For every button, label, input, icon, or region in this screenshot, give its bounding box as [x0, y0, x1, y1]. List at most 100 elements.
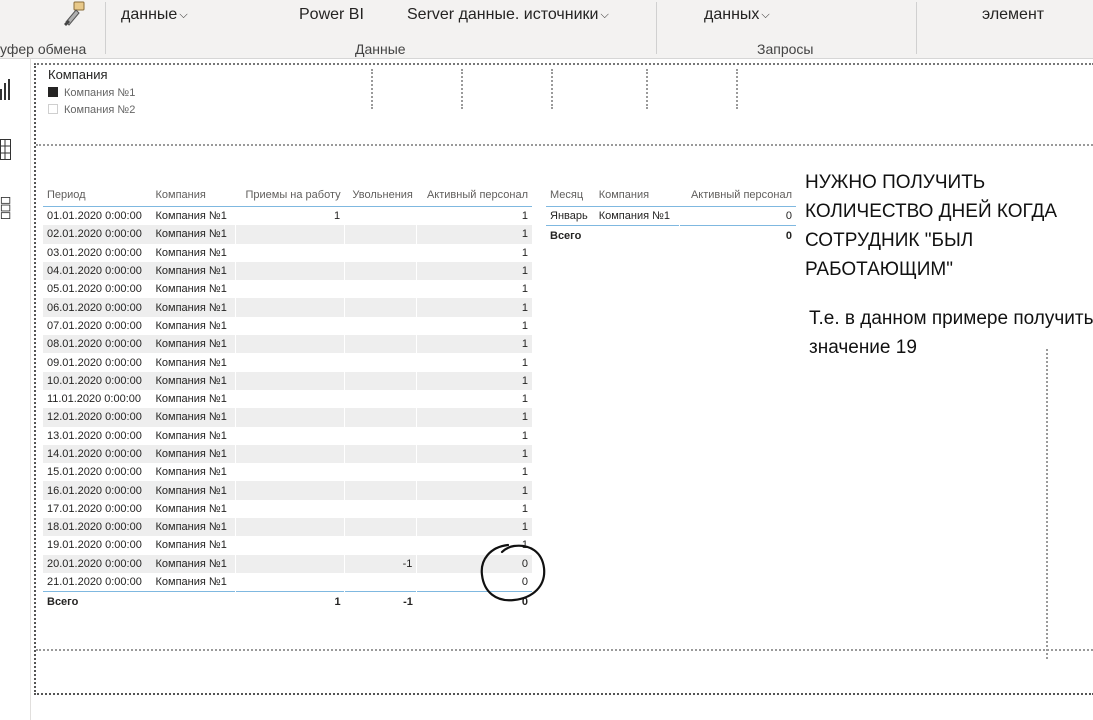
- table-cell: 1: [416, 463, 532, 482]
- legend-item-company-2[interactable]: Компания №2: [48, 104, 135, 116]
- table-cell: 19.01.2020 0:00:00: [47, 539, 142, 552]
- table-row[interactable]: 21.01.2020 0:00:00 Компания №1 0: [43, 572, 532, 592]
- clipboard-group-label: уфер обмена: [0, 41, 87, 57]
- transform-data-dropdown[interactable]: данных ⌵: [704, 6, 770, 24]
- table-cell: [235, 536, 345, 555]
- legend-label: Компания №1: [64, 87, 136, 99]
- table-cell: [344, 261, 417, 281]
- table-cell: 20.01.2020 0:00:00: [43, 554, 152, 573]
- total-cell: [151, 591, 236, 612]
- legend-item-company-1[interactable]: Компания №1: [48, 87, 135, 99]
- chevron-down-icon: ⌵: [600, 9, 609, 21]
- table-cell: Компания №1: [151, 408, 236, 427]
- table-cell: [344, 463, 417, 482]
- table-row[interactable]: 06.01.2020 0:00:00 Компания №1 1: [43, 298, 532, 317]
- table-cell: Компания №1: [155, 356, 227, 369]
- table-row[interactable]: 01.01.2020 0:00:00 Компания №1 1 1: [43, 206, 532, 226]
- table-row[interactable]: 18.01.2020 0:00:00 Компания №1 1: [43, 518, 532, 537]
- table-cell: 1: [416, 518, 532, 537]
- table-cell: [235, 426, 345, 445]
- table-row[interactable]: 14.01.2020 0:00:00 Компания №1 1: [43, 444, 532, 464]
- table-cell: [235, 316, 345, 336]
- table-cell: [344, 206, 417, 226]
- table-cell: 1: [416, 389, 532, 409]
- table-cell: 1: [416, 243, 532, 262]
- column-header-active-staff[interactable]: Активный персонал: [679, 171, 796, 207]
- table-cell: [344, 408, 417, 427]
- column-header-hires[interactable]: Приемы на работу: [235, 171, 345, 207]
- table-row[interactable]: Январь Компания №1 0: [546, 206, 796, 226]
- table-cell: [235, 481, 345, 500]
- format-painter-icon[interactable]: [60, 0, 88, 26]
- table-cell: Компания №1: [155, 466, 227, 479]
- grid-dots: [1046, 349, 1048, 659]
- table-cell: Компания №1: [151, 371, 236, 390]
- column-header-month[interactable]: Месяц: [546, 171, 595, 207]
- column-header-company[interactable]: Компания: [151, 171, 236, 207]
- table-cell: [344, 316, 417, 336]
- table-total-row: Всего 0: [546, 225, 796, 246]
- table-row[interactable]: 08.01.2020 0:00:00 Компания №1 1: [43, 335, 532, 354]
- table-cell: 15.01.2020 0:00:00: [47, 466, 142, 479]
- annotation-question: НУЖНО ПОЛУЧИТЬ КОЛИЧЕСТВО ДНЕЙ КОГДА СОТ…: [805, 172, 1058, 280]
- column-header-active-staff[interactable]: Активный персонал: [416, 171, 532, 207]
- total-cell: Всего: [546, 225, 595, 246]
- table-cell: Компания №1: [155, 539, 227, 552]
- table-row[interactable]: 13.01.2020 0:00:00 Компания №1 1: [43, 426, 532, 445]
- table-row[interactable]: 05.01.2020 0:00:00 Компания №1 1: [43, 280, 532, 299]
- grid-dots: [371, 69, 373, 109]
- monthly-staff-table[interactable]: Месяц Компания Активный персонал Январь К…: [546, 171, 796, 246]
- model-view-icon[interactable]: [0, 197, 12, 219]
- table-cell: [235, 335, 345, 354]
- table-row[interactable]: 09.01.2020 0:00:00 Компания №1 1: [43, 353, 532, 372]
- table-cell: 07.01.2020 0:00:00: [47, 319, 142, 332]
- column-header-dismissals[interactable]: Увольнения: [344, 171, 417, 207]
- new-visual-button[interactable]: элемент: [982, 6, 1044, 24]
- table-cell: Компания №1: [155, 283, 227, 296]
- column-header-company[interactable]: Компания: [594, 171, 680, 207]
- table-row[interactable]: 19.01.2020 0:00:00 Компания №1 1: [43, 536, 532, 555]
- table-row[interactable]: 02.01.2020 0:00:00 Компания №1 1: [43, 225, 532, 244]
- chevron-down-icon: ⌵: [761, 9, 770, 21]
- legend-swatch: [48, 87, 58, 97]
- table-cell: Компания №1: [155, 429, 227, 442]
- grid-dots: [646, 69, 648, 109]
- table-cell: -1: [344, 554, 417, 573]
- table-row[interactable]: 04.01.2020 0:00:00 Компания №1 1: [43, 261, 532, 281]
- table-cell: 1: [416, 408, 532, 427]
- table-cell: [344, 389, 417, 409]
- table-row[interactable]: 12.01.2020 0:00:00 Компания №1 1: [43, 408, 532, 427]
- table-cell: [344, 298, 417, 317]
- view-switcher-rail: [0, 59, 31, 720]
- table-cell: [235, 243, 345, 262]
- table-row[interactable]: 16.01.2020 0:00:00 Компания №1 1: [43, 481, 532, 500]
- get-data-dropdown[interactable]: данные ⌵: [121, 6, 188, 24]
- grid-dots: [36, 144, 1093, 146]
- daily-staff-table[interactable]: Период Компания Приемы на работу Увольне…: [43, 171, 532, 612]
- legend-title: Компания: [48, 67, 108, 82]
- legend-label: Компания №2: [64, 104, 136, 116]
- table-row[interactable]: 03.01.2020 0:00:00 Компания №1 1: [43, 243, 532, 262]
- table-row[interactable]: 07.01.2020 0:00:00 Компания №1 1: [43, 316, 532, 336]
- table-row[interactable]: 11.01.2020 0:00:00 Компания №1 1: [43, 389, 532, 409]
- table-cell: [235, 554, 345, 573]
- data-view-icon[interactable]: [0, 139, 12, 161]
- table-cell: Компания №1: [155, 210, 227, 223]
- report-view-icon[interactable]: [0, 79, 12, 101]
- table-cell: [344, 518, 417, 537]
- table-row[interactable]: 10.01.2020 0:00:00 Компания №1 1: [43, 371, 532, 390]
- table-cell: [344, 444, 417, 464]
- table-cell: [235, 280, 345, 299]
- grid-dots: [551, 69, 553, 109]
- sql-server-sources-dropdown[interactable]: Server данные. источники ⌵: [407, 6, 609, 24]
- table-cell: 05.01.2020 0:00:00: [47, 283, 142, 296]
- table-row[interactable]: 17.01.2020 0:00:00 Компания №1 1: [43, 499, 532, 519]
- table-row[interactable]: 20.01.2020 0:00:00 Компания №1 -1 0: [43, 554, 532, 573]
- table-cell: 18.01.2020 0:00:00: [43, 518, 152, 537]
- hand-drawn-circle-highlight: [480, 543, 546, 602]
- powerbi-datasets-button[interactable]: Power BI: [299, 6, 364, 24]
- table-row[interactable]: 15.01.2020 0:00:00 Компания №1 1: [43, 463, 532, 482]
- table-cell: 1: [416, 316, 532, 336]
- table-cell: 04.01.2020 0:00:00: [43, 261, 152, 281]
- column-header-period[interactable]: Период: [43, 171, 152, 207]
